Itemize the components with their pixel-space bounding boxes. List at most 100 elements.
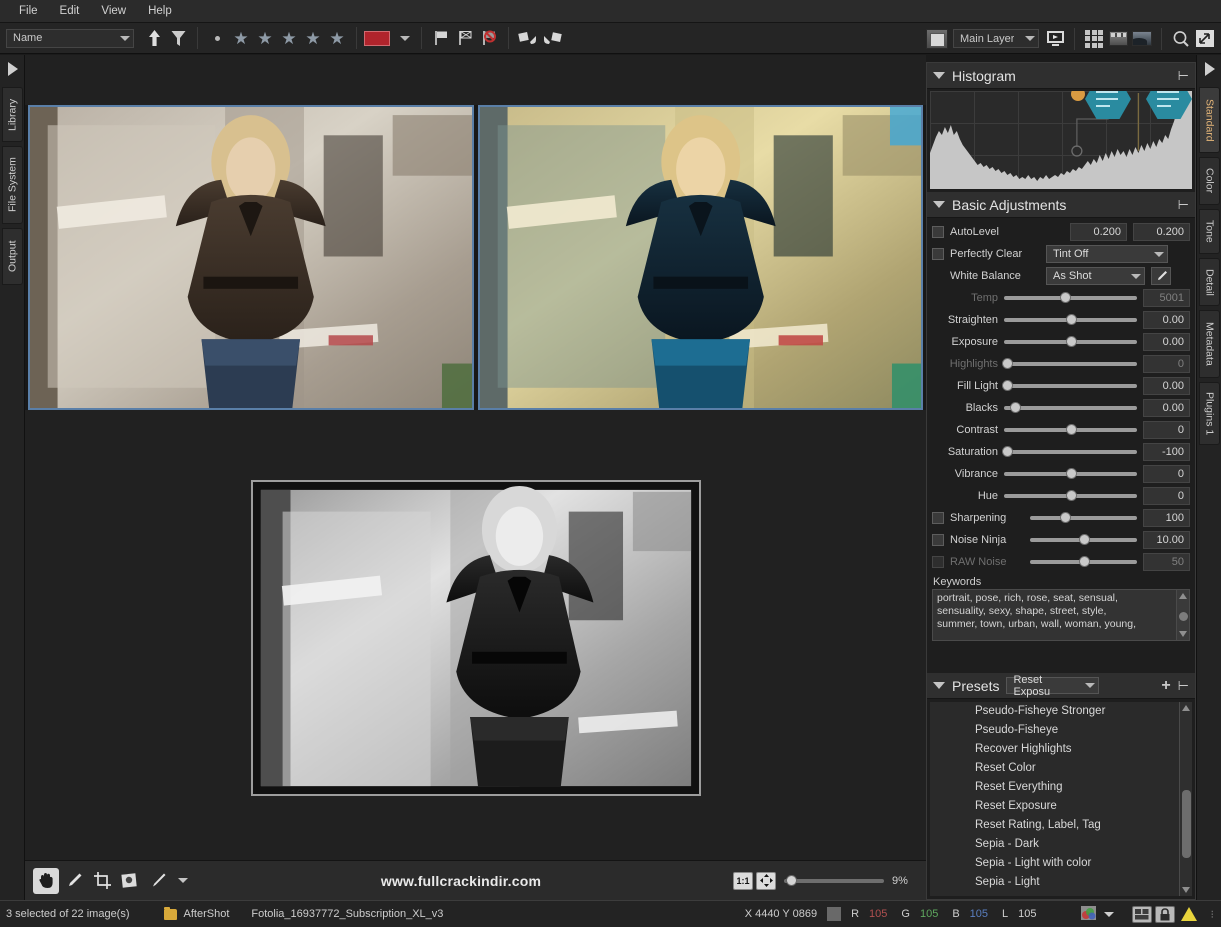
slider-knob[interactable] xyxy=(1066,336,1077,347)
slider-value[interactable]: 0 xyxy=(1143,487,1190,505)
preset-item[interactable]: Sepia - Light xyxy=(930,873,1192,892)
presets-list[interactable]: Pseudo-Fisheye StrongerPseudo-FisheyeRec… xyxy=(930,702,1192,896)
slider-knob[interactable] xyxy=(1002,358,1013,369)
thumbnail-image-1[interactable] xyxy=(28,105,474,410)
filmstrip-icon[interactable] xyxy=(1106,27,1130,51)
histogram-graph[interactable] xyxy=(930,91,1192,189)
keywords-box[interactable]: portrait, pose, rich, rose, seat, sensua… xyxy=(932,589,1190,641)
slider-knob[interactable] xyxy=(1066,490,1077,501)
fullscreen-icon[interactable] xyxy=(1193,27,1217,51)
star-rating-1[interactable]: ★ xyxy=(229,26,253,50)
preset-item[interactable]: Reset Color xyxy=(930,759,1192,778)
funnel-icon[interactable] xyxy=(166,26,190,50)
warning-triangle-icon[interactable] xyxy=(1181,907,1197,921)
menu-item-edit[interactable]: Edit xyxy=(49,2,91,20)
preset-item[interactable]: Sepia - Light with color xyxy=(930,854,1192,873)
thumbnail-grid-icon[interactable] xyxy=(1082,27,1106,51)
presets-scrollbar[interactable] xyxy=(1179,702,1192,896)
chevron-down-icon[interactable] xyxy=(173,868,187,894)
slider-knob[interactable] xyxy=(1066,424,1077,435)
fit-to-window-icon[interactable] xyxy=(756,872,776,890)
triangle-down-icon[interactable] xyxy=(933,201,945,208)
slider-value[interactable]: 0.00 xyxy=(1143,333,1190,351)
rotate-left-icon[interactable] xyxy=(516,26,540,50)
preset-item[interactable]: Reset Rating, Label, Tag xyxy=(930,816,1192,835)
sidebar-tab-output[interactable]: Output xyxy=(2,228,23,285)
resize-grip-icon[interactable]: ⁝ xyxy=(1211,908,1216,921)
preset-item[interactable]: Reset Exposure xyxy=(930,797,1192,816)
white-balance-select[interactable]: As Shot xyxy=(1046,267,1145,285)
single-image-icon[interactable] xyxy=(1130,27,1154,51)
scroll-up-icon[interactable] xyxy=(1179,593,1187,599)
slider-control[interactable] xyxy=(1004,400,1137,416)
slider-control[interactable] xyxy=(1004,378,1137,394)
eyedropper-icon[interactable] xyxy=(1151,267,1171,285)
slider-value[interactable]: 0.00 xyxy=(1143,311,1190,329)
slider-control[interactable] xyxy=(1004,334,1137,350)
slider-knob[interactable] xyxy=(1010,402,1021,413)
slider-control[interactable] xyxy=(1004,422,1137,438)
menu-item-help[interactable]: Help xyxy=(137,2,183,20)
autolevel-value-b[interactable]: 0.200 xyxy=(1133,223,1190,241)
rotate-right-icon[interactable] xyxy=(540,26,564,50)
no-rating-dot-icon[interactable] xyxy=(205,26,229,50)
autolevel-checkbox[interactable] xyxy=(932,226,944,238)
star-rating-5[interactable]: ★ xyxy=(325,26,349,50)
slider-control[interactable] xyxy=(1004,466,1137,482)
menu-item-view[interactable]: View xyxy=(90,2,137,20)
lock-icon[interactable] xyxy=(1155,906,1175,923)
slider-value[interactable]: 10.00 xyxy=(1143,531,1190,549)
slider-value[interactable]: -100 xyxy=(1143,443,1190,461)
scroll-down-icon[interactable] xyxy=(1179,631,1187,637)
sidebar-tab-library[interactable]: Library xyxy=(2,87,23,142)
preset-item[interactable]: Recover Highlights xyxy=(930,740,1192,759)
tint-select[interactable]: Tint Off xyxy=(1046,245,1168,263)
preset-item[interactable]: Pseudo-Fisheye Stronger xyxy=(930,702,1192,721)
basic-adjustments-header[interactable]: Basic Adjustments ⊢ xyxy=(927,192,1195,218)
red-eye-icon[interactable] xyxy=(117,868,143,894)
flag-icon[interactable] xyxy=(429,26,453,50)
slider-control[interactable] xyxy=(1004,312,1137,328)
brush-icon[interactable] xyxy=(145,868,171,894)
raw-noise-checkbox[interactable] xyxy=(932,556,944,568)
flag-none-icon[interactable] xyxy=(477,26,501,50)
slider-value[interactable]: 0 xyxy=(1143,465,1190,483)
panel-tab-tone[interactable]: Tone xyxy=(1199,209,1220,254)
plus-icon[interactable]: + xyxy=(1161,677,1170,695)
slider-value[interactable]: 5001 xyxy=(1143,289,1190,307)
slider-value[interactable]: 100 xyxy=(1143,509,1190,527)
slider-knob[interactable] xyxy=(1066,314,1077,325)
magnifier-icon[interactable] xyxy=(1169,27,1193,51)
healing-brush-icon[interactable] xyxy=(61,868,87,894)
slider-value[interactable]: 0.00 xyxy=(1143,377,1190,395)
pin-icon[interactable]: ⊢ xyxy=(1178,678,1189,694)
slider-knob[interactable] xyxy=(1002,380,1013,391)
batch-queue-icon[interactable] xyxy=(1132,906,1152,923)
slider-value[interactable]: 0 xyxy=(1143,421,1190,439)
play-monitor-icon[interactable] xyxy=(1043,27,1067,51)
scroll-down-icon[interactable] xyxy=(1182,887,1190,893)
sidebar-tab-file-system[interactable]: File System xyxy=(2,146,23,224)
slider-knob[interactable] xyxy=(1079,534,1090,545)
slider-value[interactable]: 0 xyxy=(1143,355,1190,373)
color-profile-icon[interactable] xyxy=(1081,906,1096,923)
color-label-swatch[interactable] xyxy=(364,31,390,46)
preset-item[interactable]: Sepia - Dark xyxy=(930,835,1192,854)
zoom-slider[interactable] xyxy=(784,879,884,883)
scrollbar-thumb[interactable] xyxy=(1182,790,1191,858)
perfectly-clear-checkbox[interactable] xyxy=(932,248,944,260)
triangle-right-icon[interactable] xyxy=(1197,55,1221,83)
noise-ninja-checkbox[interactable] xyxy=(932,534,944,546)
layer-combo[interactable]: Main Layer xyxy=(953,29,1039,48)
panel-tab-detail[interactable]: Detail xyxy=(1199,258,1220,306)
hand-pan-icon[interactable] xyxy=(33,868,59,894)
sharpening-checkbox[interactable] xyxy=(932,512,944,524)
panel-tab-plugins[interactable]: Plugins 1 xyxy=(1199,382,1220,445)
slider-control[interactable] xyxy=(1030,510,1137,526)
slider-control[interactable] xyxy=(1030,554,1137,570)
triangle-down-icon[interactable] xyxy=(933,682,945,689)
keywords-scrollbar[interactable] xyxy=(1176,590,1189,640)
slider-knob[interactable] xyxy=(1060,512,1071,523)
slider-control[interactable] xyxy=(1004,356,1137,372)
slider-knob[interactable] xyxy=(1066,468,1077,479)
